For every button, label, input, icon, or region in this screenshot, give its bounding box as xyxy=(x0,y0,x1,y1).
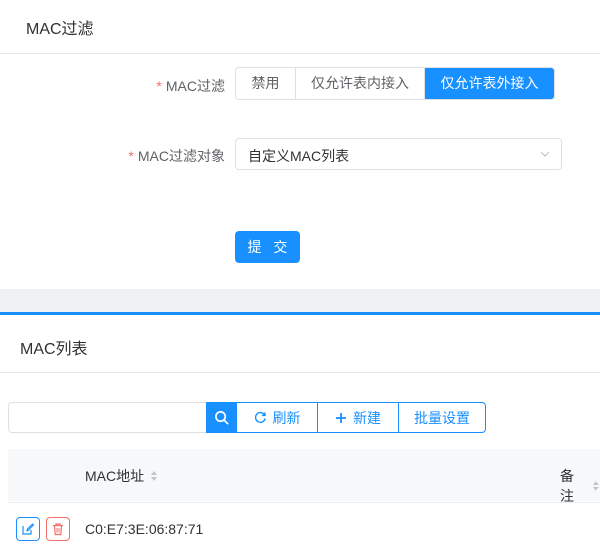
batch-settings-label: 批量设置 xyxy=(414,409,470,426)
new-button[interactable]: 新建 xyxy=(317,402,399,433)
new-label: 新建 xyxy=(353,409,381,426)
mac-filter-panel: MAC过滤 * MAC过滤 禁用 仅允许表内接入 仅允许表外接入 * MAC过滤对象… xyxy=(0,0,600,289)
list-title: MAC列表 xyxy=(20,341,88,358)
trash-icon xyxy=(53,523,63,536)
mode-option-disable[interactable]: 禁用 xyxy=(236,68,296,99)
refresh-icon xyxy=(254,411,266,423)
required-mark: * xyxy=(156,78,162,94)
chevron-down-icon xyxy=(540,151,550,157)
column-header-mac[interactable]: MAC地址 xyxy=(85,466,158,486)
table-row: C0:E7:3E:06:87:71 xyxy=(8,502,600,550)
column-header-note-label: 备注 xyxy=(560,468,574,504)
search-icon xyxy=(215,411,229,425)
panel-title: MAC过滤 xyxy=(26,21,94,38)
mode-option-allow-outside-list[interactable]: 仅允许表外接入 xyxy=(425,68,554,99)
filter-target-label-text: MAC过滤对象 xyxy=(137,148,225,164)
list-divider xyxy=(0,372,600,373)
column-header-mac-label: MAC地址 xyxy=(85,468,145,484)
search-button[interactable] xyxy=(206,402,237,433)
submit-button[interactable]: 提 交 xyxy=(235,231,300,263)
mac-address-cell: C0:E7:3E:06:87:71 xyxy=(85,521,204,537)
sort-icon[interactable] xyxy=(150,470,158,482)
refresh-button[interactable]: 刷新 xyxy=(236,402,318,433)
delete-button[interactable] xyxy=(46,517,70,541)
table-header: MAC地址 备注 xyxy=(8,449,600,504)
refresh-label: 刷新 xyxy=(272,409,301,426)
search-input[interactable] xyxy=(8,402,207,433)
edit-icon xyxy=(22,523,35,535)
plus-icon xyxy=(336,412,346,423)
column-header-note[interactable]: 备注 xyxy=(560,466,600,506)
sort-icon[interactable] xyxy=(592,480,600,492)
required-mark: * xyxy=(128,148,134,164)
panel-divider xyxy=(0,53,600,54)
edit-button[interactable] xyxy=(16,517,40,541)
filter-target-label: * MAC过滤对象 xyxy=(128,146,225,166)
mac-filter-label: * MAC过滤 xyxy=(156,76,225,96)
mode-option-allow-in-list[interactable]: 仅允许表内接入 xyxy=(296,68,425,99)
section-accent-bar xyxy=(0,312,600,315)
batch-settings-button[interactable]: 批量设置 xyxy=(398,402,486,433)
filter-target-value: 自定义MAC列表 xyxy=(248,148,350,164)
section-gap xyxy=(0,289,600,313)
filter-target-select[interactable]: 自定义MAC列表 xyxy=(235,138,562,170)
filter-mode-segmented: 禁用 仅允许表内接入 仅允许表外接入 xyxy=(235,67,555,100)
mac-filter-label-text: MAC过滤 xyxy=(165,78,225,94)
